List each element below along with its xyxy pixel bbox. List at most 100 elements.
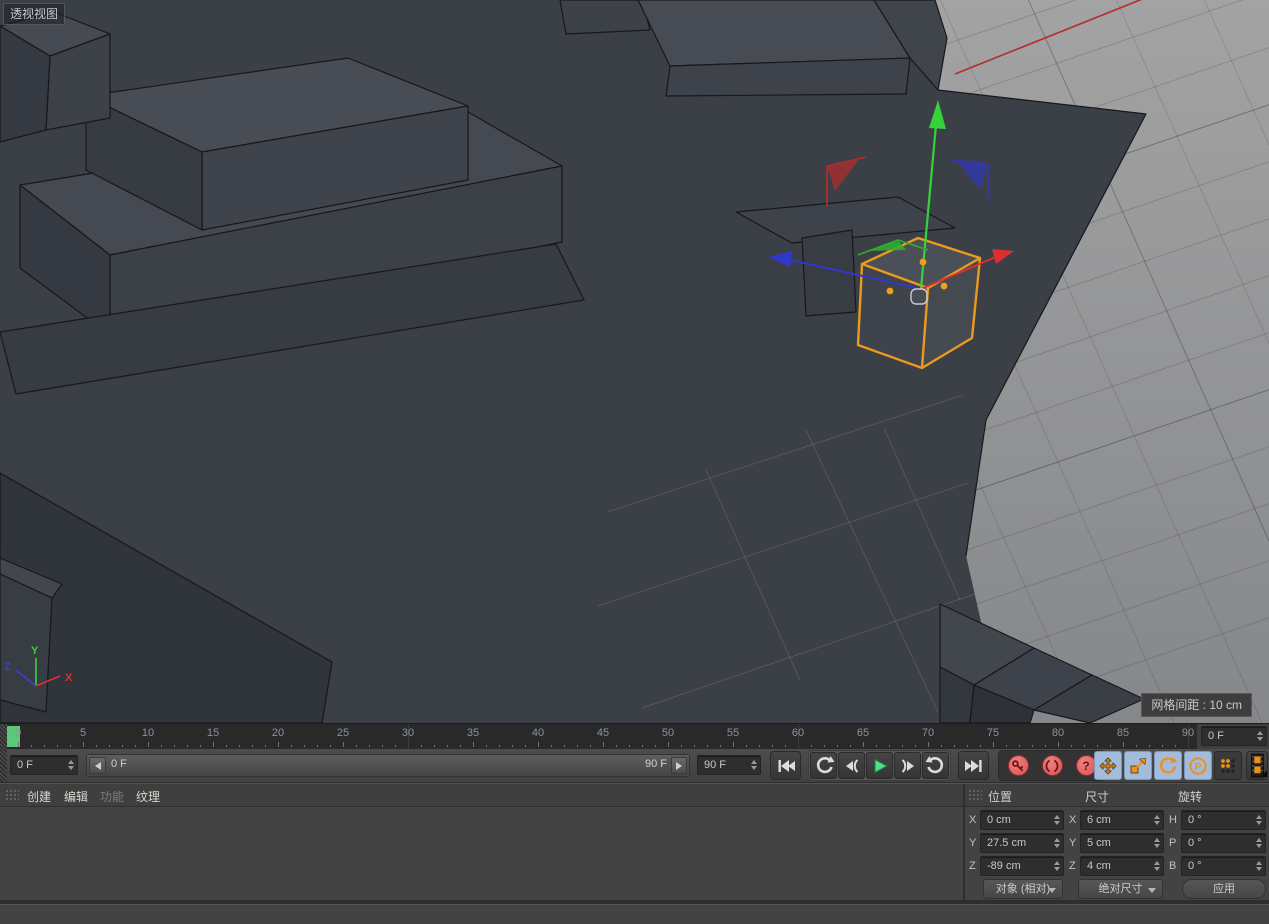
- ruler-tick: [720, 745, 721, 747]
- timeline-ruler[interactable]: 0 5 10 15 20 25 30 35 40 45 50 55 60 65 70 75 80 85 90 0 F: [0, 723, 1269, 750]
- header-rotation: 旋转: [1178, 790, 1203, 804]
- ruler-tick: [226, 745, 227, 747]
- menu-texture[interactable]: 纹理: [136, 788, 160, 805]
- record-keyframe-button[interactable]: [1002, 753, 1034, 778]
- size-z-field[interactable]: 4 cm: [1080, 856, 1164, 876]
- ruler-tick: [837, 745, 838, 747]
- chevron-down-icon: [1148, 888, 1156, 893]
- play-button[interactable]: [866, 752, 893, 779]
- ruler-tick: [148, 742, 149, 747]
- position-x-stepper[interactable]: [1054, 811, 1060, 829]
- record-rotation-toggle[interactable]: [1154, 751, 1182, 780]
- ruler-tick: [96, 745, 97, 747]
- size-y-value: 5 cm: [1087, 837, 1111, 849]
- ruler-tick: [252, 745, 253, 747]
- slider-left-handle[interactable]: [89, 757, 106, 774]
- next-key-button[interactable]: [894, 752, 921, 779]
- menu-edit[interactable]: 编辑: [64, 788, 88, 805]
- coordinates-grip[interactable]: [968, 789, 982, 802]
- triad-x-label: X: [65, 672, 73, 684]
- ruler-tick: [863, 742, 864, 747]
- rotation-p-field[interactable]: 0 °: [1181, 833, 1266, 853]
- gizmo-handle-dot-z[interactable]: [886, 287, 894, 295]
- gizmo-handle-dot-x[interactable]: [940, 282, 948, 290]
- timeline-range-slider[interactable]: 0 F 90 F: [86, 754, 690, 777]
- ruler-tick-label: 55: [726, 727, 740, 739]
- ruler-tick: [239, 745, 240, 747]
- size-x-field[interactable]: 6 cm: [1080, 810, 1164, 830]
- position-y-stepper[interactable]: [1054, 834, 1060, 852]
- ruler-tick-label: 5: [79, 727, 87, 739]
- rotation-h-stepper[interactable]: [1256, 811, 1262, 829]
- ruler-tick: [824, 745, 825, 747]
- end-frame-field[interactable]: 90 F: [697, 755, 761, 775]
- ruler-tick: [395, 745, 396, 747]
- previous-key-button[interactable]: [838, 752, 865, 779]
- ruler-tick: [356, 745, 357, 747]
- slider-right-handle[interactable]: [671, 757, 687, 774]
- rotation-p-stepper[interactable]: [1256, 834, 1262, 852]
- gizmo-handle-dot-y[interactable]: [919, 258, 927, 266]
- ruler-frame-stepper[interactable]: [1257, 727, 1263, 745]
- goto-start-button[interactable]: [770, 751, 801, 780]
- ruler-tick: [1032, 745, 1033, 747]
- ruler-tick: [460, 745, 461, 747]
- size-y-field[interactable]: 5 cm: [1080, 833, 1164, 853]
- ruler-grip[interactable]: [0, 724, 7, 749]
- next-key-icon: [901, 758, 914, 773]
- scene-canvas[interactable]: Y X Z: [0, 0, 1269, 723]
- menu-function[interactable]: 功能: [100, 788, 124, 805]
- coordinate-mode-value: 对象 (相对): [995, 883, 1051, 895]
- rotation-b-stepper[interactable]: [1256, 857, 1262, 875]
- ruler-tick: [681, 745, 682, 747]
- ruler-tick-label: 70: [921, 727, 935, 739]
- position-z-field[interactable]: -89 cm: [980, 856, 1064, 876]
- gizmo-origin-marker[interactable]: [910, 288, 928, 305]
- ruler-tick: [655, 745, 656, 747]
- record-scale-toggle[interactable]: [1124, 751, 1152, 780]
- play-loop-button[interactable]: [922, 752, 949, 779]
- ruler-tick: [850, 745, 851, 747]
- current-frame-field[interactable]: 0 F: [10, 755, 78, 775]
- rotation-p-value: 0 °: [1188, 837, 1202, 849]
- end-frame-stepper[interactable]: [751, 756, 757, 774]
- size-z-stepper[interactable]: [1154, 857, 1160, 875]
- record-pla-toggle[interactable]: [1214, 751, 1242, 780]
- record-position-toggle[interactable]: [1094, 751, 1122, 780]
- viewport-perspective[interactable]: Y X Z 透视视图 网格间距 : 10 cm: [0, 0, 1269, 723]
- menu-create[interactable]: 创建: [27, 788, 51, 805]
- current-frame-stepper[interactable]: [68, 756, 74, 774]
- ruler-tick: [603, 742, 604, 747]
- transport-grip[interactable]: [0, 749, 7, 782]
- triad-y-label: Y: [31, 645, 39, 657]
- ruler-tick: [1019, 745, 1020, 747]
- menu-grip[interactable]: [5, 789, 19, 802]
- view-label[interactable]: 透视视图: [3, 3, 66, 25]
- position-z-stepper[interactable]: [1054, 857, 1060, 875]
- motion-system-button[interactable]: [1246, 751, 1268, 780]
- play-backward-button[interactable]: [810, 752, 837, 779]
- panel-divider-2: [963, 807, 965, 900]
- ruler-frame-field[interactable]: 0 F: [1201, 726, 1267, 746]
- header-size: 尺寸: [1085, 790, 1110, 804]
- ruler-tick: [434, 745, 435, 747]
- position-x-field[interactable]: 0 cm: [980, 810, 1064, 830]
- size-y-stepper[interactable]: [1154, 834, 1160, 852]
- position-x-value: 0 cm: [987, 814, 1011, 826]
- record-parameter-toggle[interactable]: P: [1184, 751, 1212, 780]
- lower-menu-bar: 创建 编辑 功能 纹理 位置 尺寸 旋转: [0, 783, 1269, 807]
- size-x-stepper[interactable]: [1154, 811, 1160, 829]
- position-y-field[interactable]: 27.5 cm: [980, 833, 1064, 853]
- loop-forward-icon: [925, 755, 943, 773]
- autokeying-button[interactable]: [1036, 753, 1068, 778]
- size-mode-dropdown[interactable]: 绝对尺寸: [1078, 879, 1163, 899]
- ruler-tick: [980, 745, 981, 747]
- position-y-value: 27.5 cm: [987, 837, 1027, 849]
- ruler-tick-label: 75: [986, 727, 1000, 739]
- ruler-tick-label: 20: [271, 727, 285, 739]
- apply-button[interactable]: 应用: [1182, 879, 1266, 899]
- goto-end-button[interactable]: [958, 751, 989, 780]
- rotation-h-field[interactable]: 0 °: [1181, 810, 1266, 830]
- rotation-b-field[interactable]: 0 °: [1181, 856, 1266, 876]
- coordinate-mode-dropdown[interactable]: 对象 (相对): [983, 879, 1063, 899]
